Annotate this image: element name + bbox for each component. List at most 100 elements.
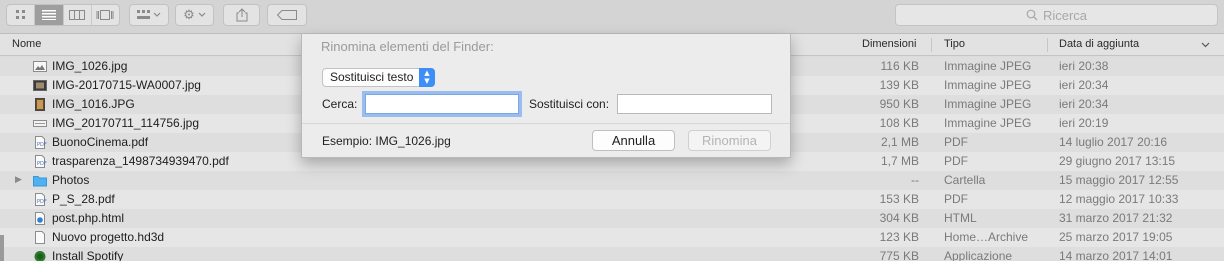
file-size: 1,7 MB: [880, 154, 919, 168]
image-file-icon: [35, 98, 45, 111]
finder-toolbar: ⚙ Ricerca: [0, 0, 1224, 34]
image-file-icon: [33, 61, 47, 72]
document-icon: [35, 231, 45, 244]
view-mode-segmented-control[interactable]: [6, 4, 120, 26]
share-button[interactable]: [223, 4, 260, 26]
file-size: 139 KB: [879, 78, 919, 92]
cancel-button[interactable]: Annulla: [592, 130, 675, 151]
file-size: --: [911, 173, 919, 187]
file-name: Nuovo progetto.hd3d: [52, 230, 165, 244]
file-kind: Applicazione: [944, 249, 1013, 261]
pdf-file-icon: PDF: [35, 193, 47, 206]
file-name: IMG_1016.JPG: [52, 97, 135, 111]
file-kind: Home…Archive: [944, 230, 1029, 244]
file-kind: PDF: [944, 192, 968, 206]
arrange-icon: [137, 10, 161, 19]
html-file-icon: [35, 212, 45, 225]
app-icon: [34, 251, 46, 261]
image-file-icon: [33, 120, 47, 127]
file-date-added: ieri 20:38: [1059, 59, 1109, 73]
sort-chevron-down-icon[interactable]: [1201, 42, 1210, 48]
file-name: post.php.html: [52, 211, 125, 225]
tag-icon: [277, 10, 297, 20]
file-size: 304 KB: [879, 211, 919, 225]
rename-mode-value: Sostituisci testo: [330, 70, 414, 84]
rename-example: Esempio: IMG_1026.jpg: [322, 134, 451, 148]
column-header-date-added[interactable]: Data di aggiunta: [1053, 34, 1139, 56]
file-kind: HTML: [944, 211, 977, 225]
file-name: IMG_1026.jpg: [52, 59, 128, 73]
column-divider[interactable]: [931, 38, 932, 52]
rename-mode-select[interactable]: Sostituisci testo ▲ ▼: [322, 68, 435, 87]
column-header-name[interactable]: Nome: [6, 34, 41, 56]
file-kind: Immagine JPEG: [944, 97, 1032, 111]
action-menu-button[interactable]: ⚙: [175, 4, 214, 26]
column-header-size[interactable]: Dimensioni: [856, 34, 916, 56]
rename-dialog: Rinomina elementi del Finder: Sostituisc…: [301, 34, 791, 158]
edit-tags-button[interactable]: [267, 4, 307, 26]
svg-text:PDF: PDF: [37, 199, 47, 205]
window-edge: [0, 235, 4, 261]
columns-view-icon[interactable]: [64, 5, 92, 25]
file-date-added: ieri 20:34: [1059, 78, 1109, 92]
file-kind: PDF: [944, 154, 968, 168]
file-kind: Immagine JPEG: [944, 59, 1032, 73]
file-name: IMG_20170711_114756.jpg: [52, 116, 200, 130]
file-size: 116 KB: [880, 59, 919, 73]
search-placeholder: Ricerca: [1042, 7, 1088, 23]
rename-button[interactable]: Rinomina: [688, 130, 771, 151]
file-size: 108 KB: [879, 116, 919, 130]
select-arrows-icon: ▲ ▼: [419, 68, 435, 87]
file-date-added: 29 giugno 2017 13:15: [1059, 154, 1176, 168]
icons-view-icon[interactable]: [7, 5, 36, 25]
share-icon: [236, 8, 247, 22]
file-name: trasparenza_1498734939470.pdf: [52, 154, 229, 168]
file-size: 153 KB: [879, 192, 919, 206]
file-date-added: 12 maggio 2017 10:33: [1059, 192, 1179, 206]
file-size: 950 KB: [879, 97, 919, 111]
file-row[interactable]: post.php.html 304 KB HTML 31 marzo 2017 …: [0, 209, 1224, 228]
svg-text:PDF: PDF: [37, 161, 47, 167]
file-date-added: ieri 20:19: [1059, 116, 1109, 130]
file-date-added: 14 marzo 2017 14:01: [1059, 249, 1173, 261]
file-row[interactable]: ▶ Photos -- Cartella 15 maggio 2017 12:5…: [0, 171, 1224, 190]
gear-icon: ⚙: [183, 7, 195, 23]
file-row[interactable]: PDF P_S_28.pdf 153 KB PDF 12 maggio 2017…: [0, 190, 1224, 209]
folder-icon: [33, 176, 47, 187]
file-kind: Cartella: [944, 173, 986, 187]
dialog-divider: [302, 123, 790, 124]
arrange-menu-button[interactable]: [129, 4, 169, 26]
image-file-icon: [33, 80, 47, 91]
search-icon: [1026, 9, 1038, 21]
column-divider[interactable]: [1047, 38, 1048, 52]
file-date-added: ieri 20:34: [1059, 97, 1109, 111]
file-date-added: 25 marzo 2017 19:05: [1059, 230, 1173, 244]
file-name: P_S_28.pdf: [52, 192, 115, 206]
svg-text:PDF: PDF: [37, 142, 47, 148]
find-label: Cerca:: [322, 97, 358, 111]
pdf-file-icon: PDF: [35, 155, 47, 168]
dialog-title: Rinomina elementi del Finder:: [321, 39, 494, 54]
disclosure-triangle-icon[interactable]: ▶: [15, 171, 22, 190]
file-name: Photos: [52, 173, 90, 187]
replace-field[interactable]: [617, 94, 772, 114]
replace-label: Sostituisci con:: [529, 97, 610, 111]
search-input[interactable]: Ricerca: [895, 4, 1218, 26]
file-name: IMG-20170715-WA0007.jpg: [52, 78, 201, 92]
gallery-view-icon[interactable]: [92, 5, 119, 25]
file-row[interactable]: Install Spotify 775 KB Applicazione 14 m…: [0, 247, 1224, 261]
chevron-down-icon: [198, 12, 206, 17]
file-date-added: 15 maggio 2017 12:55: [1059, 173, 1179, 187]
file-kind: Immagine JPEG: [944, 116, 1032, 130]
file-kind: PDF: [944, 135, 968, 149]
file-name: BuonoCinema.pdf: [52, 135, 149, 149]
find-field[interactable]: [365, 94, 519, 114]
file-date-added: 14 luglio 2017 20:16: [1059, 135, 1168, 149]
column-header-kind[interactable]: Tipo: [938, 34, 965, 56]
file-row[interactable]: Nuovo progetto.hd3d 123 KB Home…Archive …: [0, 228, 1224, 247]
file-size: 2,1 MB: [880, 135, 919, 149]
file-size: 775 KB: [879, 249, 919, 261]
file-kind: Immagine JPEG: [944, 78, 1032, 92]
file-date-added: 31 marzo 2017 21:32: [1059, 211, 1173, 225]
list-view-icon[interactable]: [35, 5, 64, 25]
